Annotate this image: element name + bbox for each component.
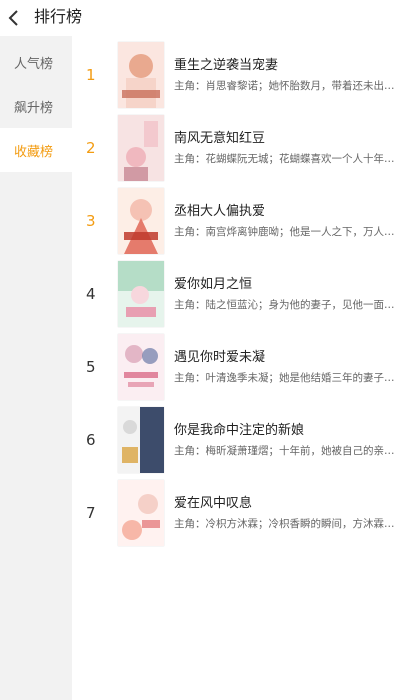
book-cover [118,407,164,473]
page-title: 排行榜 [34,7,83,26]
book-row[interactable]: 4 爱你如月之恒 主角：陆之恒蓝沁；身为他的妻子，见他一面却… [72,259,400,331]
sidebar-item-rising[interactable]: 飙升榜 [0,84,72,128]
book-description: 主角：叶清逸季未凝；她是他结婚三年的妻子。… [174,372,396,384]
book-row[interactable]: 3 丞相大人偏执爱 主角：南宫烨离钟鹿呦；他是一人之下，万人之上… [72,186,400,258]
book-title: 重生之逆袭当宠妻 [174,58,279,73]
sidebar-item-popular[interactable]: 人气榜 [0,40,72,84]
book-row[interactable]: 2 南风无意知红豆 主角：花蝴蝶阮无城；花蝴蝶喜欢一个人十年，… [72,113,400,185]
sidebar-item-favorites[interactable]: 收藏榜 [0,128,72,172]
rank-number: 7 [86,504,96,522]
rank-number: 3 [86,212,96,230]
book-description: 主角：冷枳方沐霖；冷枳香瞬的瞬间，方沐霖对… [174,518,396,530]
book-row[interactable]: 1 重生之逆袭当宠妻 主角：肖思睿黎诺；她怀胎数月，带着还未出生的孩子… [72,40,400,112]
book-cover [118,42,164,108]
rank-number: 6 [86,431,96,449]
chevron-left-icon [8,10,18,26]
book-title: 南风无意知红豆 [174,131,266,146]
ranking-sidebar: 人气榜 飙升榜 收藏榜 [0,36,72,700]
book-cover [118,261,164,327]
app-header: 排行榜 [0,0,400,36]
book-description: 主角：梅昕凝萧瑾熠；十年前，她被自己的亲生… [174,445,396,457]
book-description: 主角：陆之恒蓝沁；身为他的妻子，见他一面却… [174,299,396,311]
book-title: 爱你如月之恒 [174,277,253,292]
book-row[interactable]: 5 遇见你时爱未凝 主角：叶清逸季未凝；她是他结婚三年的妻子。… [72,332,400,404]
book-cover [118,480,164,546]
book-title: 丞相大人偏执爱 [174,204,266,219]
book-row[interactable]: 6 你是我命中注定的新娘 主角：梅昕凝萧瑾熠；十年前，她被自己的亲生… [72,405,400,477]
back-button[interactable] [2,4,26,32]
book-cover [118,334,164,400]
book-list: 1 重生之逆袭当宠妻 主角：肖思睿黎诺；她怀胎数月，带着还未出生的孩子… 2 南… [72,36,400,700]
rank-number: 4 [86,285,96,303]
book-description: 主角：花蝴蝶阮无城；花蝴蝶喜欢一个人十年，… [174,153,396,165]
book-description: 主角：肖思睿黎诺；她怀胎数月，带着还未出生的孩子… [174,80,396,92]
rank-number: 1 [86,66,96,84]
book-title: 你是我命中注定的新娘 [174,423,305,438]
book-description: 主角：南宫烨离钟鹿呦；他是一人之下，万人之上… [174,226,396,238]
rank-number: 2 [86,139,96,157]
book-cover [118,188,164,254]
book-row[interactable]: 7 爱在风中叹息 主角：冷枳方沐霖；冷枳香瞬的瞬间，方沐霖对… [72,478,400,550]
rank-number: 5 [86,358,96,376]
book-cover [118,115,164,181]
book-title: 爱在风中叹息 [174,496,253,511]
book-title: 遇见你时爱未凝 [174,350,266,365]
